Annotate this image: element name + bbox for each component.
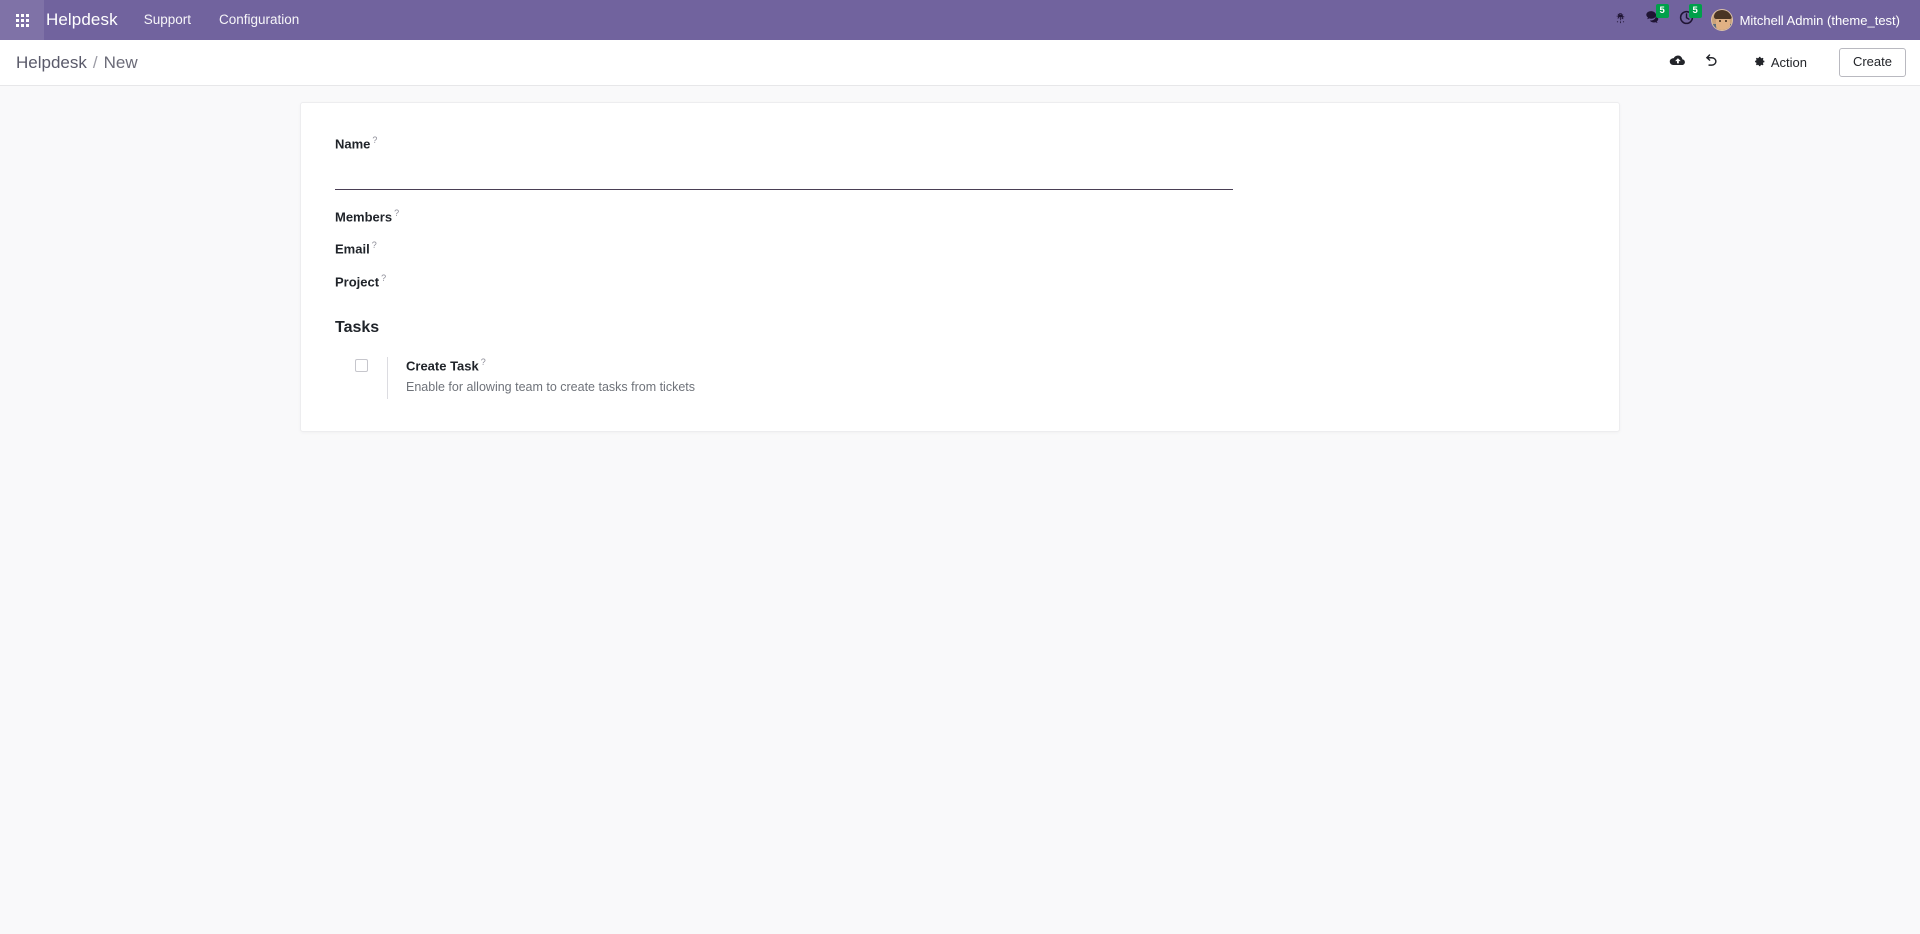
messages-badge: 5	[1655, 4, 1669, 18]
activities-menu-button[interactable]: 5	[1670, 0, 1703, 40]
form-sheet: Name? Members? Email? Project ? Tasks Cr…	[300, 102, 1620, 432]
help-icon-email[interactable]: ?	[372, 240, 377, 250]
label-name-text: Name	[335, 136, 371, 152]
avatar	[1710, 9, 1733, 31]
setting-row-create-task: Create Task? Enable for allowing team to…	[335, 357, 1585, 399]
label-project: Project?	[335, 273, 386, 291]
section-title-tasks: Tasks	[335, 319, 380, 337]
label-members: Members?	[335, 208, 399, 226]
label-email: Email?	[335, 240, 377, 258]
field-label-row-email: Email?	[335, 240, 1585, 258]
apps-grid-icon	[15, 13, 29, 27]
label-name: Name?	[335, 135, 377, 153]
gear-icon	[1753, 55, 1766, 71]
field-label-row-name: Name?	[335, 135, 1585, 153]
breadcrumb-item-current: New	[103, 52, 138, 72]
control-panel: Helpdesk / New Action Create	[0, 40, 1920, 86]
breadcrumb-separator: /	[92, 52, 98, 72]
discard-changes-button[interactable]	[1695, 48, 1729, 78]
save-record-button[interactable]	[1661, 48, 1695, 78]
field-group-members: Members?	[335, 208, 1585, 226]
setting-body-create-task: Create Task? Enable for allowing team to…	[387, 357, 695, 399]
field-group-name: Name?	[335, 135, 1585, 190]
help-icon-create-task[interactable]: ?	[481, 357, 486, 367]
bug-icon	[1614, 0, 1627, 40]
navbar-systray: 5 5 Mitchell Admin (theme_test)	[1605, 0, 1910, 40]
label-create-task[interactable]: Create Task?	[406, 357, 695, 375]
name-input[interactable]	[335, 164, 1233, 190]
label-create-task-text: Create Task	[406, 358, 479, 374]
description-create-task: Enable for allowing team to create tasks…	[406, 380, 696, 395]
cloud-upload-icon	[1669, 54, 1686, 72]
form-view-content: Name? Members? Email? Project ? Tasks Cr…	[0, 86, 1920, 934]
apps-menu-button[interactable]	[0, 0, 44, 40]
breadcrumb-item-helpdesk[interactable]: Helpdesk	[16, 53, 87, 73]
checkbox-cell	[335, 357, 387, 373]
navbar-left-section: Helpdesk Support Configuration	[0, 0, 313, 40]
create-button[interactable]: Create	[1838, 47, 1906, 78]
name-input-wrapper	[335, 164, 1585, 190]
label-project-text: Project	[335, 274, 380, 290]
help-icon-project[interactable]: ?	[381, 273, 386, 283]
top-navbar: Helpdesk Support Configuration 5 5 Mitch…	[0, 0, 1920, 40]
user-menu-button[interactable]: Mitchell Admin (theme_test)	[1703, 0, 1910, 40]
help-icon-members[interactable]: ?	[394, 208, 399, 218]
action-dropdown-button[interactable]: Action	[1743, 50, 1817, 76]
debug-menu-button[interactable]	[1605, 0, 1636, 40]
activities-badge: 5	[1688, 4, 1702, 18]
field-label-row-project: Project?	[335, 273, 1585, 291]
form-sheet-background: Name? Members? Email? Project ? Tasks Cr…	[0, 102, 1920, 432]
control-panel-buttons: Action Create	[1661, 47, 1906, 78]
user-name-label: Mitchell Admin (theme_test)	[1739, 12, 1900, 28]
label-email-text: Email	[335, 241, 370, 257]
field-label-row-members: Members?	[335, 208, 1585, 226]
nav-menu-support[interactable]: Support	[130, 0, 205, 40]
label-members-text: Members	[335, 208, 393, 224]
action-label: Action	[1770, 55, 1807, 70]
field-group-email: Email?	[335, 240, 1585, 258]
field-group-project: Project?	[335, 273, 1585, 291]
create-task-checkbox[interactable]	[354, 359, 368, 373]
breadcrumb: Helpdesk / New	[16, 53, 138, 73]
undo-icon	[1704, 53, 1719, 72]
help-icon-name[interactable]: ?	[372, 135, 377, 145]
app-brand-helpdesk[interactable]: Helpdesk	[44, 0, 130, 40]
nav-menu-configuration[interactable]: Configuration	[205, 0, 313, 40]
messages-menu-button[interactable]: 5	[1636, 0, 1670, 40]
